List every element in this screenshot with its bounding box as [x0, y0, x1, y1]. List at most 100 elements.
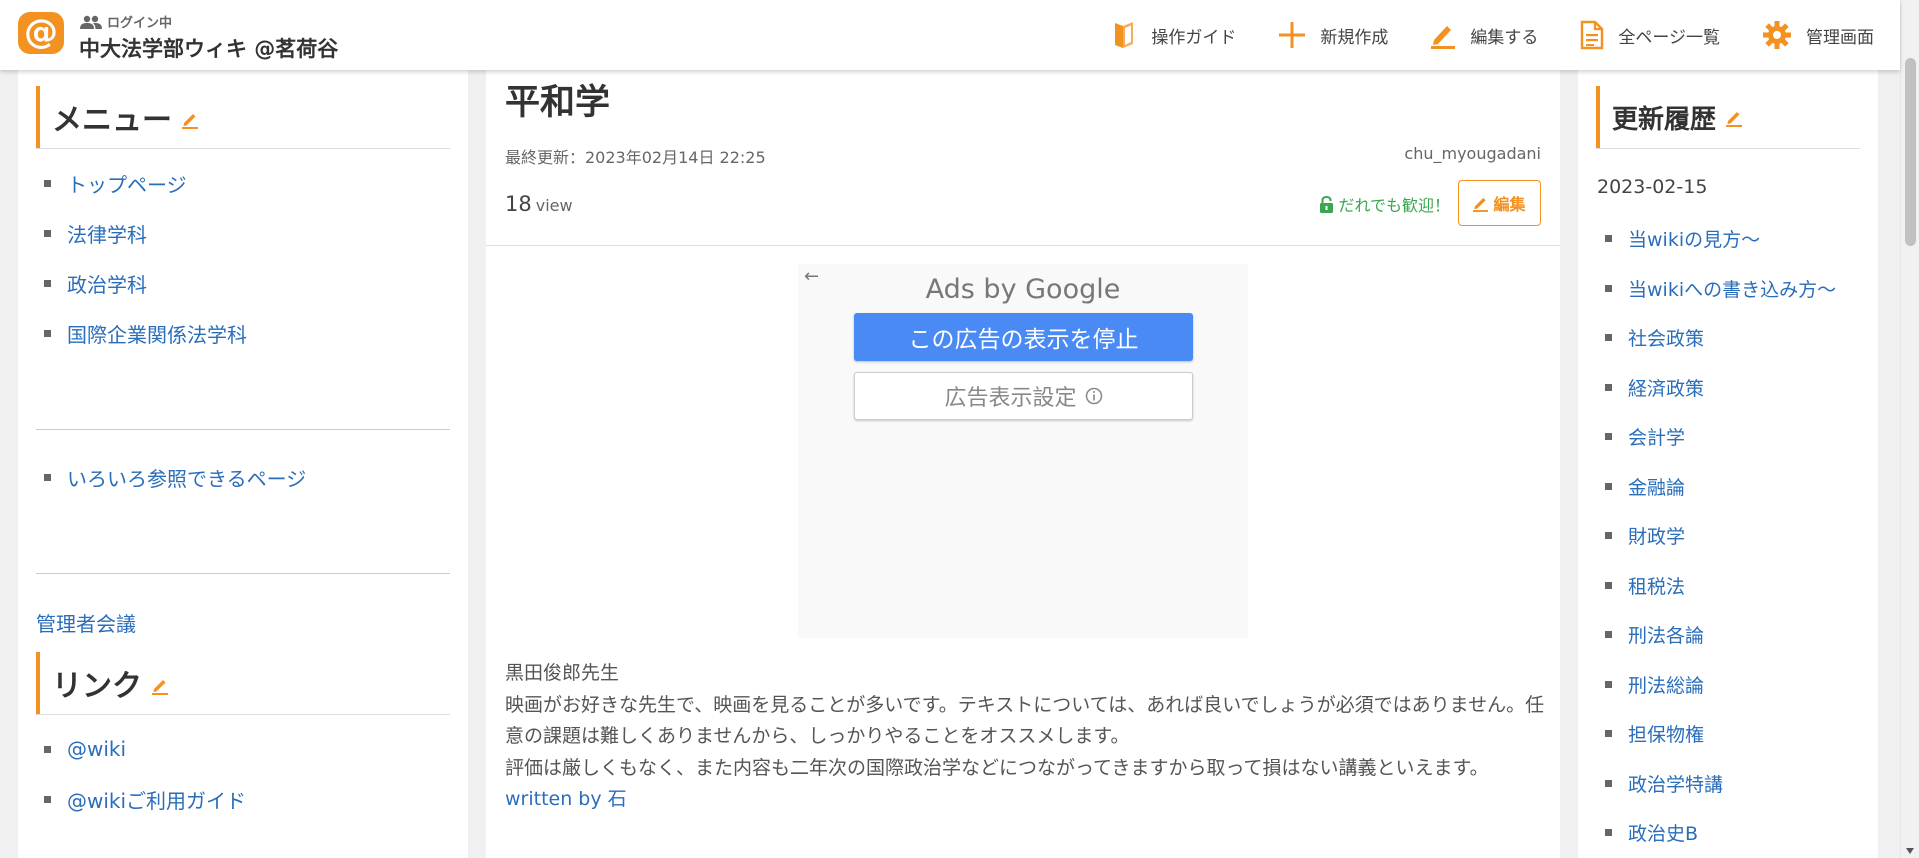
menu-item-link[interactable]: いろいろ参照できるページ: [67, 463, 306, 492]
history-item-link[interactable]: 社会政策: [1628, 324, 1704, 351]
pencil-icon: [1473, 197, 1489, 212]
plus-icon: [1279, 22, 1306, 48]
nav-admin[interactable]: 管理画面: [1762, 20, 1874, 50]
history-item[interactable]: 当wikiへの書き込み方〜: [1586, 264, 1878, 314]
menu-item-link[interactable]: 政治学科: [67, 269, 147, 298]
link-item-atwiki[interactable]: @wiki: [36, 724, 450, 774]
history-item[interactable]: 租税法: [1586, 561, 1878, 611]
bullet: [1605, 235, 1612, 243]
admin-meeting-link[interactable]: 管理者会議: [36, 612, 136, 636]
history-item-link[interactable]: 租税法: [1628, 572, 1685, 599]
google-ad: ← Ads by Google この広告の表示を停止 広告表示設定: [798, 264, 1248, 638]
top-header: @ ログイン中 中大法学部ウィキ @茗荷谷 操作ガイド 新規作成 編集する 全ペ…: [0, 0, 1900, 70]
history-item-link[interactable]: 刑法各論: [1628, 621, 1704, 648]
ad-settings-button[interactable]: 広告表示設定: [854, 372, 1193, 420]
bullet: [1605, 284, 1612, 292]
edit-menu-icon[interactable]: [182, 102, 198, 137]
history-item[interactable]: 刑法総論: [1586, 660, 1878, 710]
menu-item-intl-business-law[interactable]: 国際企業関係法学科: [36, 308, 450, 358]
history-item-link[interactable]: 政治史B: [1628, 819, 1698, 846]
edit-page-button[interactable]: 編集: [1458, 180, 1541, 226]
unlock-icon: [1320, 196, 1334, 213]
nav-all-pages[interactable]: 全ページ一覧: [1580, 20, 1720, 50]
history-date: 2023-02-15: [1597, 176, 1708, 198]
menu-title-rule: [36, 148, 450, 149]
bullet: [1605, 631, 1612, 639]
edit-links-icon[interactable]: [152, 668, 168, 703]
menu-item-politics[interactable]: 政治学科: [36, 258, 450, 308]
nav-new-page[interactable]: 新規作成: [1278, 21, 1388, 49]
atwiki-logo[interactable]: @: [18, 12, 64, 54]
history-title: 更新履歴: [1596, 86, 1860, 148]
bullet: [44, 473, 51, 481]
menu-item-link[interactable]: トップページ: [67, 169, 187, 198]
bullet: [1605, 779, 1612, 787]
history-title-text: 更新履歴: [1612, 104, 1717, 135]
history-item[interactable]: 当wikiの見方〜: [1586, 214, 1878, 264]
history-item-link[interactable]: 政治学特講: [1628, 770, 1723, 797]
bullet: [1605, 482, 1612, 490]
links-title-text: リンク: [52, 669, 142, 704]
menu-item-link[interactable]: 法律学科: [67, 219, 147, 248]
history-item[interactable]: 政治学特講: [1586, 759, 1878, 809]
author-name[interactable]: chu_myougadani: [1404, 144, 1541, 163]
history-item[interactable]: 財政学: [1586, 511, 1878, 561]
menu-title-text: メニュー: [52, 103, 172, 138]
login-status-text: ログイン中: [107, 16, 173, 31]
link-item-link[interactable]: @wikiご利用ガイド: [67, 785, 246, 814]
guide-book-icon: [1115, 22, 1134, 48]
bullet: [1605, 581, 1612, 589]
page-scrollbar[interactable]: [1900, 0, 1919, 858]
nav-guide[interactable]: 操作ガイド: [1113, 21, 1236, 49]
left-sidebar: メニュー トップページ 法律学科 政治学科 国際企業関係法学科 いろいろ参照でき…: [18, 58, 468, 858]
nav-new-page-label: 新規作成: [1320, 27, 1389, 48]
history-item[interactable]: 社会政策: [1586, 313, 1878, 363]
link-item-guide[interactable]: @wikiご利用ガイド: [36, 774, 450, 824]
view-count: 18 view: [505, 192, 573, 216]
right-sidebar: 更新履歴 2023-02-15 当wikiの見方〜当wikiへの書き込み方〜 社会…: [1578, 58, 1878, 858]
nav-admin-label: 管理画面: [1806, 27, 1874, 48]
nav-edit[interactable]: 編集する: [1430, 21, 1538, 49]
divider: [36, 573, 450, 574]
history-item[interactable]: 担保物権: [1586, 709, 1878, 759]
link-item-link[interactable]: @wiki: [67, 737, 126, 761]
stop-ad-button[interactable]: この広告の表示を停止: [854, 313, 1193, 361]
extra-list: いろいろ参照できるページ: [36, 452, 450, 502]
history-item[interactable]: 刑法各論: [1586, 610, 1878, 660]
history-item-link[interactable]: 会計学: [1628, 423, 1685, 450]
history-item[interactable]: 会計学: [1586, 412, 1878, 462]
menu-item-link[interactable]: 国際企業関係法学科: [67, 319, 247, 348]
history-item[interactable]: 経済政策: [1586, 363, 1878, 413]
menu-item-law[interactable]: 法律学科: [36, 208, 450, 258]
links-title: リンク: [36, 652, 450, 714]
scrollbar-thumb[interactable]: [1905, 58, 1916, 246]
site-title[interactable]: 中大法学部ウィキ @茗荷谷: [79, 33, 338, 63]
users-icon: [80, 15, 102, 29]
history-item-link[interactable]: 刑法総論: [1628, 671, 1704, 698]
history-item[interactable]: 政治史B: [1586, 808, 1878, 858]
paragraph-2: 評価は厳しくもなく、また内容も二年次の国際政治学などにつながってきますから取って…: [505, 756, 1489, 779]
document-icon: [1581, 20, 1604, 50]
gear-icon: [1763, 21, 1791, 49]
bullet: [1605, 680, 1612, 688]
history-item-link[interactable]: 財政学: [1628, 522, 1685, 549]
history-list: 当wikiの見方〜当wikiへの書き込み方〜 社会政策経済政策会計学金融論財政学租…: [1578, 214, 1878, 858]
menu-item-references[interactable]: いろいろ参照できるページ: [36, 452, 450, 502]
menu-item-top[interactable]: トップページ: [36, 158, 450, 208]
nav-guide-label: 操作ガイド: [1151, 27, 1237, 48]
edit-history-icon[interactable]: [1726, 104, 1743, 134]
header-nav: 操作ガイド 新規作成 編集する 全ページ一覧 管理画面: [1113, 0, 1900, 70]
history-item-link[interactable]: 当wikiの見方〜: [1628, 225, 1760, 252]
scroll-down-arrow-icon[interactable]: [1906, 848, 1914, 854]
history-item-link[interactable]: 金融論: [1628, 473, 1685, 500]
nav-edit-label: 編集する: [1470, 27, 1539, 48]
bullet: [1605, 433, 1612, 441]
history-item-link[interactable]: 担保物権: [1628, 720, 1704, 747]
menu-list: トップページ 法律学科 政治学科 国際企業関係法学科: [36, 158, 450, 358]
history-item[interactable]: 金融論: [1586, 462, 1878, 512]
bullet: [44, 329, 51, 337]
history-item-link[interactable]: 当wikiへの書き込み方〜: [1628, 275, 1836, 302]
history-item-link[interactable]: 経済政策: [1628, 374, 1704, 401]
edit-page-label: 編集: [1493, 195, 1526, 214]
bullet: [1605, 334, 1612, 342]
